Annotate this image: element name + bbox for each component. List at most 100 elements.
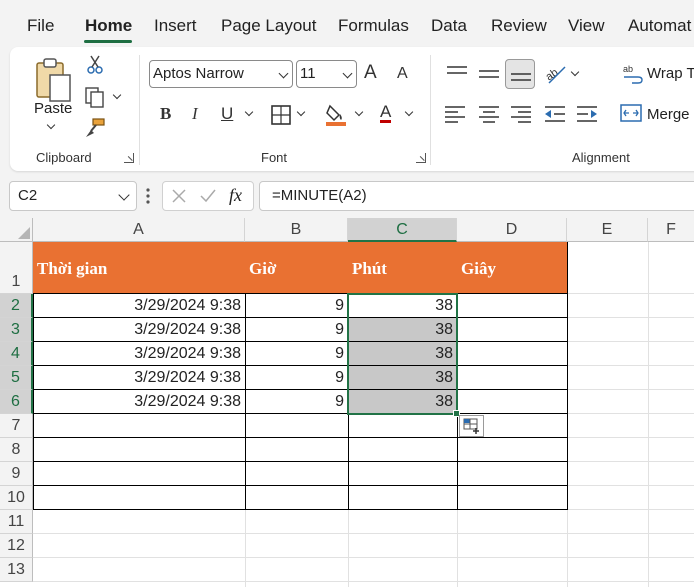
format-painter-icon[interactable] [84,117,106,139]
bold-icon[interactable]: B [160,105,171,122]
tab-data[interactable]: Data [431,16,467,36]
table-cell[interactable]: 9 [245,342,349,366]
row-header-8[interactable]: 8 [0,438,33,462]
empty-cell[interactable] [348,462,458,486]
tab-automate[interactable]: Automat [628,16,691,36]
top-align-icon[interactable] [446,65,468,81]
table-cell[interactable]: 3/29/2024 9:38 [33,390,246,414]
row-header-2[interactable]: 2 [0,294,33,318]
underline-icon[interactable]: U [221,105,233,122]
table-cell[interactable]: 9 [245,294,349,318]
select-all-button[interactable] [0,218,33,242]
shrink-font-icon[interactable]: A [397,66,408,82]
tab-formulas[interactable]: Formulas [338,16,409,36]
table-cell[interactable] [457,390,568,414]
italic-icon[interactable]: I [192,105,198,122]
align-center-icon[interactable] [478,105,500,123]
merge-center-icon[interactable] [620,103,642,123]
row-header-10[interactable]: 10 [0,486,33,510]
tab-review[interactable]: Review [491,16,547,36]
tab-page-layout[interactable]: Page Layout [221,16,316,36]
clipboard-launcher-icon[interactable] [124,153,134,163]
tab-view[interactable]: View [568,16,605,36]
align-right-icon[interactable] [510,105,532,123]
header-cell-time[interactable]: Thời gian [33,242,246,294]
name-box[interactable]: C2 [9,181,137,211]
empty-cell[interactable] [457,462,568,486]
spreadsheet-grid[interactable]: A B C D E F 1 2 3 4 5 6 7 8 9 10 11 12 1… [0,218,694,587]
row-header-1[interactable]: 1 [0,242,33,294]
empty-cell[interactable] [457,438,568,462]
font-color-chevron-icon[interactable] [404,107,414,117]
formula-bar-grip-icon[interactable] [145,186,151,206]
copy-dropdown-chevron-icon[interactable] [112,90,122,100]
column-header-b[interactable]: B [245,218,348,242]
table-cell[interactable]: 9 [245,318,349,342]
cancel-icon[interactable] [171,188,187,204]
cut-icon[interactable] [86,55,104,75]
borders-chevron-icon[interactable] [296,107,306,117]
table-cell[interactable]: 3/29/2024 9:38 [33,366,246,390]
column-header-d[interactable]: D [457,218,567,242]
align-left-icon[interactable] [444,105,466,123]
column-header-e[interactable]: E [567,218,648,242]
empty-cell[interactable] [457,486,568,510]
row-header-6[interactable]: 6 [0,390,33,414]
paste-icon[interactable] [34,57,74,103]
row-header-7[interactable]: 7 [0,414,33,438]
insert-function-icon[interactable]: fx [229,185,242,206]
grow-font-icon[interactable]: A [364,63,377,82]
table-cell[interactable]: 3/29/2024 9:38 [33,318,246,342]
empty-cell[interactable] [33,414,246,438]
formula-input[interactable]: =MINUTE(A2) [259,181,694,211]
table-cell[interactable]: 3/29/2024 9:38 [33,342,246,366]
middle-align-icon[interactable] [478,67,500,83]
paste-dropdown-chevron-icon[interactable] [46,120,56,130]
row-header-3[interactable]: 3 [0,318,33,342]
row-header-9[interactable]: 9 [0,462,33,486]
wrap-text-icon[interactable]: ab [622,63,644,85]
column-header-a[interactable]: A [33,218,245,242]
borders-icon[interactable] [271,105,291,125]
decrease-indent-icon[interactable] [544,105,566,123]
header-cell-hour[interactable]: Giờ [245,242,349,294]
empty-cell[interactable] [348,486,458,510]
empty-cell[interactable] [33,486,246,510]
table-cell[interactable] [457,318,568,342]
table-cell[interactable]: 9 [245,390,349,414]
font-size-select[interactable]: 11 [296,60,357,88]
header-cell-minute[interactable]: Phút [348,242,458,294]
column-header-c[interactable]: C [348,218,457,242]
quick-analysis-button[interactable] [459,415,484,437]
empty-cell[interactable] [33,462,246,486]
tab-insert[interactable]: Insert [154,16,197,36]
empty-cell[interactable] [348,414,458,438]
table-cell[interactable] [457,366,568,390]
paste-button-label[interactable]: Paste [34,100,72,117]
merge-center-button[interactable]: Merge [647,106,690,123]
row-header-12[interactable]: 12 [0,534,33,558]
row-header-11[interactable]: 11 [0,510,33,534]
enter-icon[interactable] [199,188,217,204]
increase-indent-icon[interactable] [576,105,598,123]
table-cell[interactable] [457,294,568,318]
header-cell-second[interactable]: Giây [457,242,568,294]
column-header-f[interactable]: F [648,218,694,242]
table-cell[interactable]: 3/29/2024 9:38 [33,294,246,318]
font-launcher-icon[interactable] [416,153,426,163]
wrap-text-button[interactable]: Wrap T [647,65,694,82]
fill-color-icon[interactable] [324,102,348,126]
fill-color-chevron-icon[interactable] [354,107,364,117]
tab-home[interactable]: Home [85,16,132,36]
tab-file[interactable]: File [27,16,54,36]
underline-chevron-icon[interactable] [244,107,254,117]
orientation-icon[interactable]: ab [543,61,569,85]
row-header-4[interactable]: 4 [0,342,33,366]
empty-cell[interactable] [245,414,349,438]
row-header-13[interactable]: 13 [0,558,33,582]
copy-icon[interactable] [84,86,106,108]
orientation-chevron-icon[interactable] [570,67,580,77]
empty-cell[interactable] [33,438,246,462]
bottom-align-button[interactable] [505,59,535,89]
empty-cell[interactable] [245,438,349,462]
